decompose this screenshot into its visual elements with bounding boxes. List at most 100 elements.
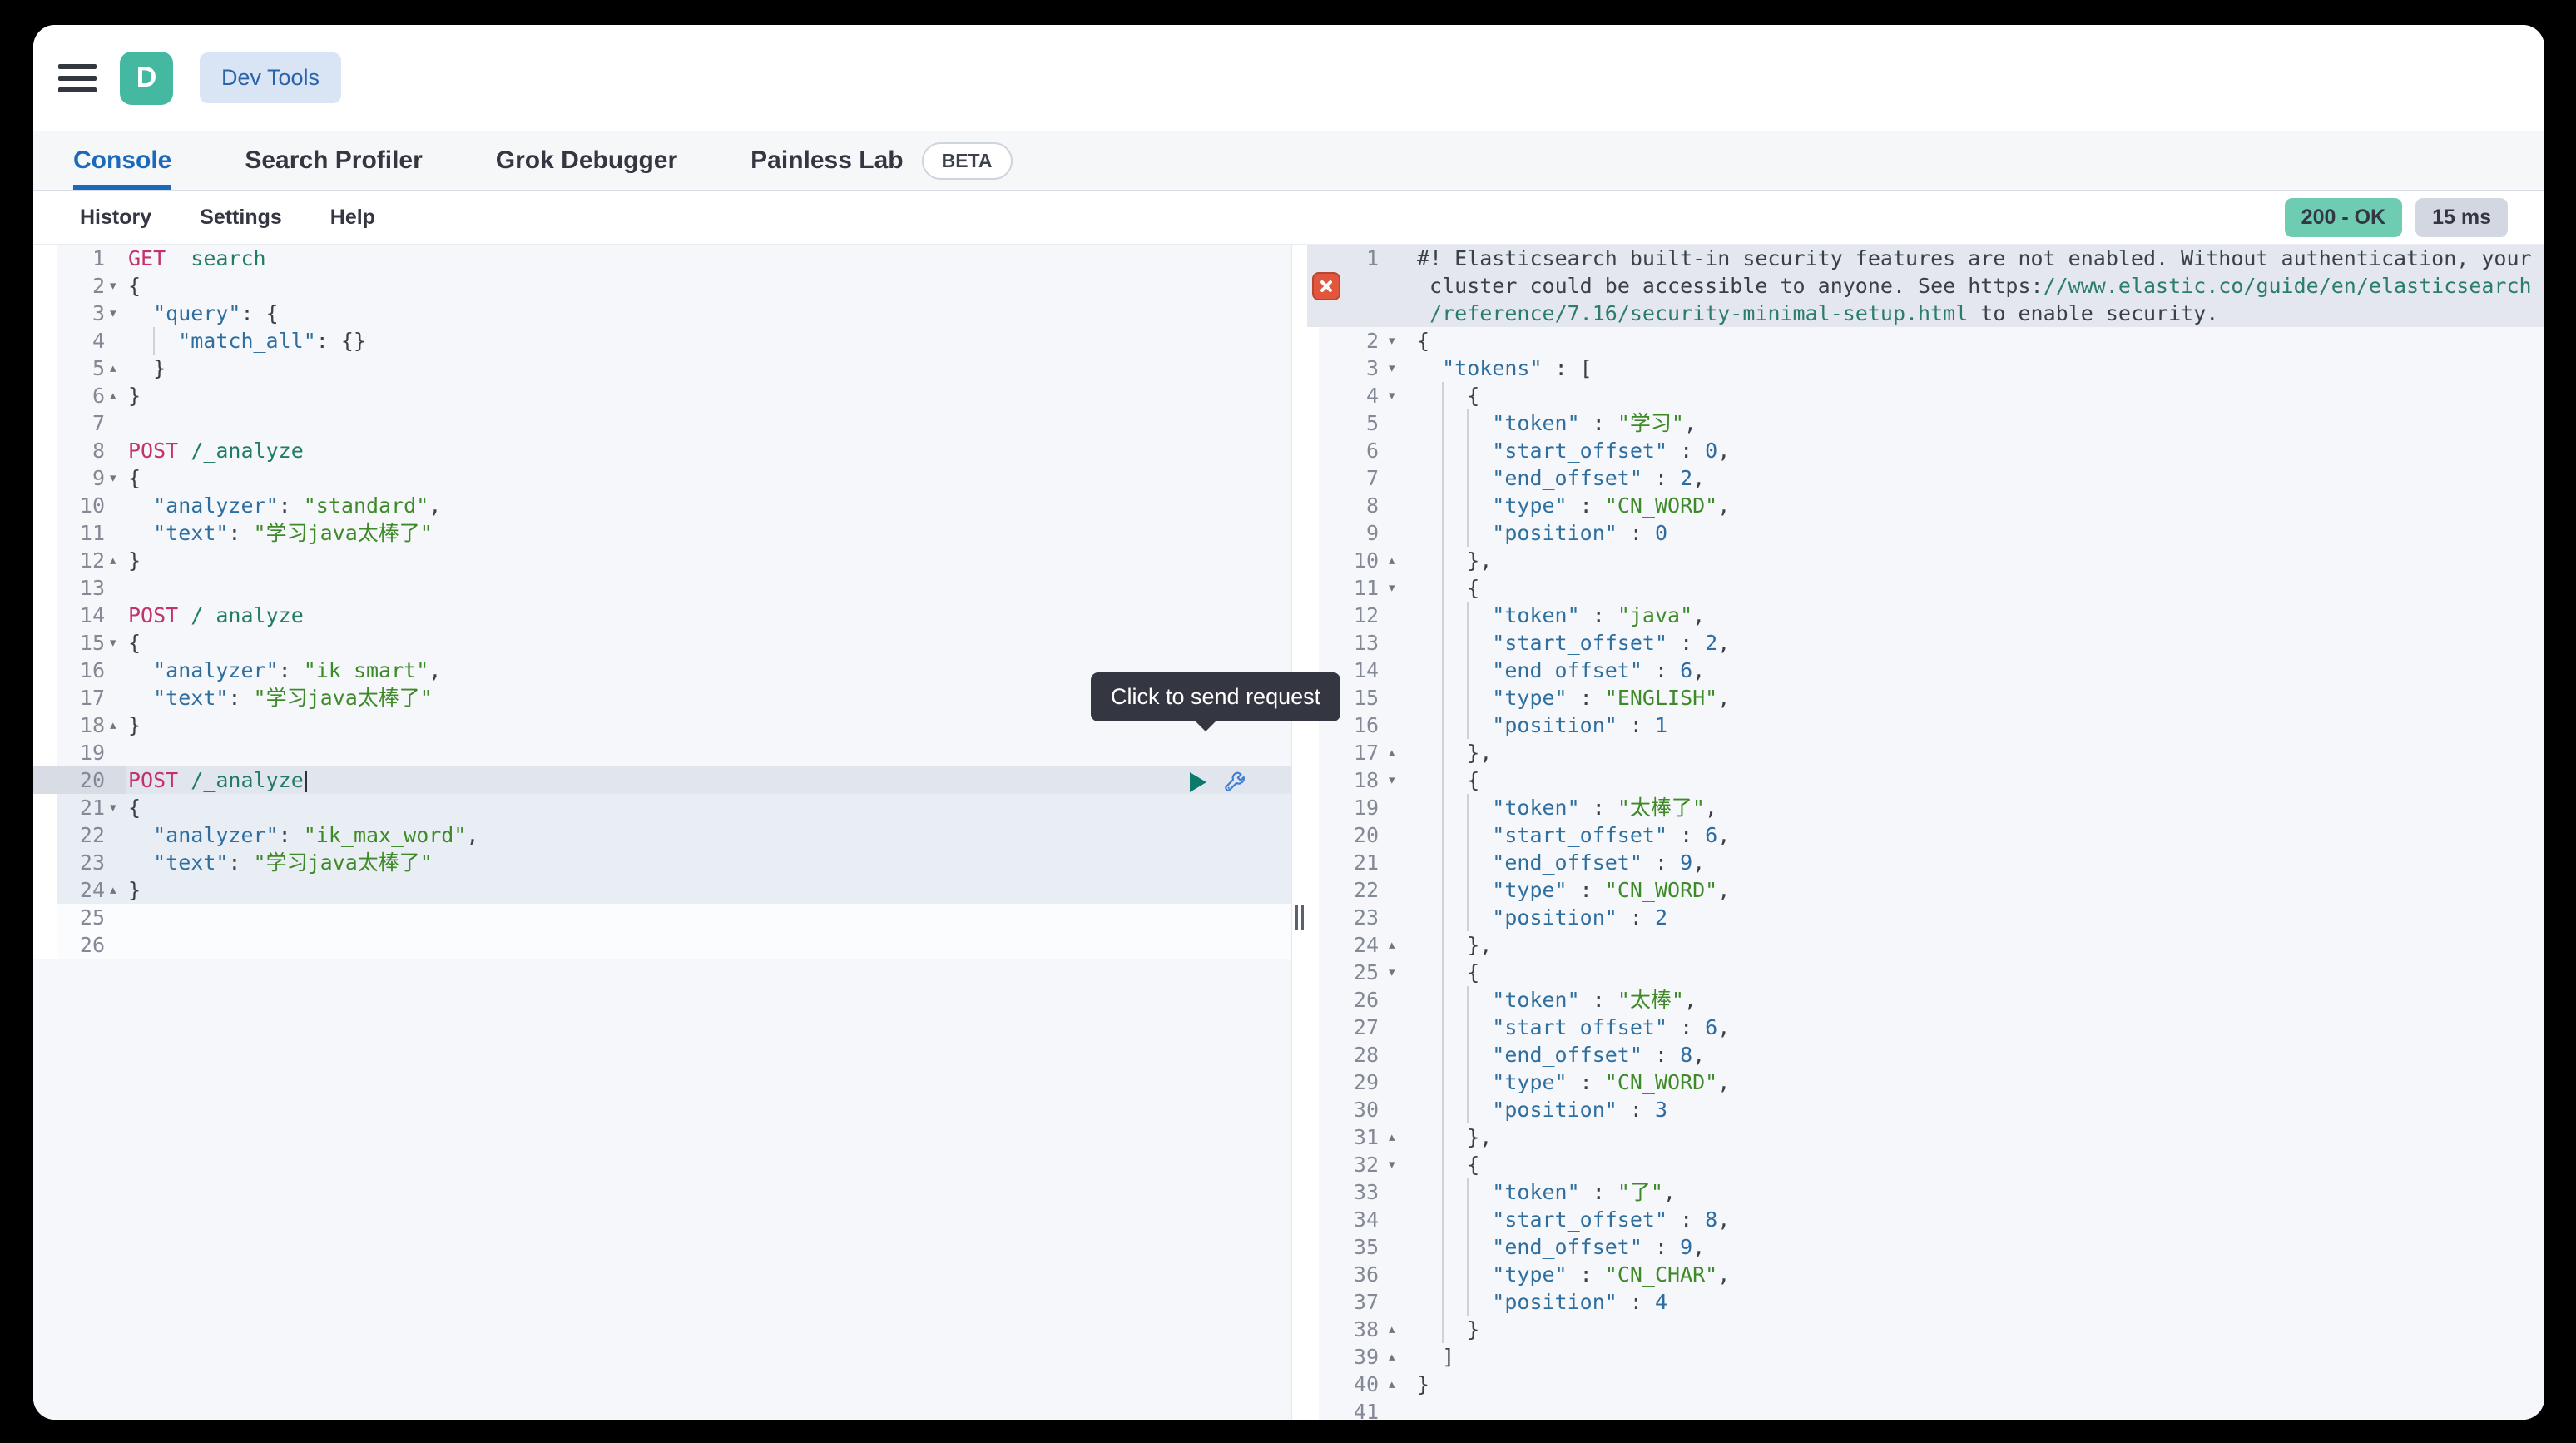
code-line[interactable]: 3▾ "tokens" : [ [1307, 355, 2544, 382]
code-line[interactable]: 34 "start_offset" : 8, [1307, 1206, 2544, 1233]
triangle-down-icon[interactable]: ▾ [110, 464, 126, 492]
triangle-down-icon[interactable]: ▾ [1389, 574, 1405, 602]
code-line[interactable]: cluster could be accessible to anyone. S… [1307, 272, 2544, 300]
code-line[interactable]: 13 [33, 574, 1291, 602]
code-line[interactable]: 1GET _search [33, 245, 1291, 272]
code-line[interactable]: 30 "position" : 3 [1307, 1096, 2544, 1123]
code-line[interactable]: 6 "start_offset" : 0, [1307, 437, 2544, 464]
triangle-up-icon[interactable]: ▴ [1389, 1371, 1405, 1398]
code-line[interactable]: 24▴} [33, 876, 1291, 904]
tab-search-profiler[interactable]: Search Profiler [245, 131, 422, 190]
code-line[interactable]: 10 "analyzer": "standard", [33, 492, 1291, 519]
code-line[interactable]: 31▴ }, [1307, 1123, 2544, 1151]
triangle-up-icon[interactable]: ▴ [110, 355, 126, 382]
triangle-up-icon[interactable]: ▴ [1389, 1316, 1405, 1343]
code-line[interactable]: 36 "type" : "CN_CHAR", [1307, 1261, 2544, 1288]
menu-help[interactable]: Help [330, 206, 375, 230]
code-line[interactable]: 11 "text": "学习java太棒了" [33, 519, 1291, 547]
triangle-up-icon[interactable]: ▴ [110, 876, 126, 904]
code-line[interactable]: 39▴ ] [1307, 1343, 2544, 1371]
tab-painless-lab[interactable]: Painless Lab BETA [751, 131, 1012, 190]
code-line[interactable]: 19 "token" : "太棒了", [1307, 794, 2544, 821]
code-line[interactable]: 15 "type" : "ENGLISH", [1307, 684, 2544, 712]
code-line[interactable]: 25 [33, 904, 1291, 931]
code-line[interactable]: 18▾ { [1307, 766, 2544, 794]
triangle-down-icon[interactable]: ▾ [110, 300, 126, 327]
pane-resize-handle[interactable] [1295, 905, 1304, 930]
code-line[interactable]: 4 "match_all": {} [33, 327, 1291, 355]
wrench-icon[interactable] [1223, 770, 1248, 795]
menu-history[interactable]: History [80, 206, 151, 230]
code-line[interactable]: 4▾ { [1307, 382, 2544, 409]
code-line[interactable]: 29 "type" : "CN_WORD", [1307, 1069, 2544, 1096]
code-line[interactable]: 12 "token" : "java", [1307, 602, 2544, 629]
response-viewer[interactable]: 1#! Elasticsearch built-in security feat… [1307, 245, 2544, 1420]
code-line[interactable]: 8POST /_analyze [33, 437, 1291, 464]
code-line[interactable]: 8 "type" : "CN_WORD", [1307, 492, 2544, 519]
request-editor[interactable]: 1GET _search2▾{3▾ "query": {4 "match_all… [33, 245, 1292, 1420]
space-avatar[interactable]: D [120, 52, 173, 105]
code-line[interactable]: 37 "position" : 4 [1307, 1288, 2544, 1316]
code-line[interactable]: 41 [1307, 1398, 2544, 1420]
code-line[interactable]: 33 "token" : "了", [1307, 1178, 2544, 1206]
code-line[interactable]: 32▾ { [1307, 1151, 2544, 1178]
code-line[interactable]: 22 "type" : "CN_WORD", [1307, 876, 2544, 904]
code-line[interactable]: 7 [33, 409, 1291, 437]
triangle-down-icon[interactable]: ▾ [1389, 382, 1405, 409]
triangle-up-icon[interactable]: ▴ [1389, 1343, 1405, 1371]
code-line[interactable]: 17▴ }, [1307, 739, 2544, 766]
code-line[interactable]: 5▴ } [33, 355, 1291, 382]
code-line[interactable]: 9 "position" : 0 [1307, 519, 2544, 547]
code-line[interactable]: 24▴ }, [1307, 931, 2544, 959]
triangle-down-icon[interactable]: ▾ [110, 629, 126, 657]
code-line[interactable]: 13 "start_offset" : 2, [1307, 629, 2544, 657]
triangle-down-icon[interactable]: ▾ [110, 794, 126, 821]
code-line[interactable]: 5 "token" : "学习", [1307, 409, 2544, 437]
code-line[interactable]: 21▾{ [33, 794, 1291, 821]
code-line[interactable]: 26 [33, 931, 1291, 959]
code-line[interactable]: 2▾{ [1307, 327, 2544, 355]
triangle-up-icon[interactable]: ▴ [110, 382, 126, 409]
code-line[interactable]: /reference/7.16/security-minimal-setup.h… [1307, 300, 2544, 327]
code-line[interactable]: 21 "end_offset" : 9, [1307, 849, 2544, 876]
code-line[interactable]: 19 [33, 739, 1291, 766]
code-line[interactable]: 26 "token" : "太棒", [1307, 986, 2544, 1014]
menu-settings[interactable]: Settings [200, 206, 282, 230]
code-line[interactable]: 10▴ }, [1307, 547, 2544, 574]
tab-console[interactable]: Console [73, 131, 171, 190]
code-line[interactable]: 25▾ { [1307, 959, 2544, 986]
triangle-down-icon[interactable]: ▾ [110, 272, 126, 300]
triangle-up-icon[interactable]: ▴ [1389, 931, 1405, 959]
triangle-down-icon[interactable]: ▾ [1389, 766, 1405, 794]
triangle-up-icon[interactable]: ▴ [1389, 547, 1405, 574]
code-line[interactable]: 14 "end_offset" : 6, [1307, 657, 2544, 684]
triangle-down-icon[interactable]: ▾ [1389, 1151, 1405, 1178]
tab-grok-debugger[interactable]: Grok Debugger [496, 131, 677, 190]
code-line[interactable]: 20POST /_analyze [33, 766, 1291, 794]
code-line[interactable]: 3▾ "query": { [33, 300, 1291, 327]
code-line[interactable]: 12▴} [33, 547, 1291, 574]
code-line[interactable]: 27 "start_offset" : 6, [1307, 1014, 2544, 1041]
code-line[interactable]: 40▴} [1307, 1371, 2544, 1398]
hamburger-icon[interactable] [58, 64, 97, 92]
code-line[interactable]: 2▾{ [33, 272, 1291, 300]
code-line[interactable]: 7 "end_offset" : 2, [1307, 464, 2544, 492]
triangle-up-icon[interactable]: ▴ [110, 712, 126, 739]
triangle-down-icon[interactable]: ▾ [1389, 959, 1405, 986]
play-icon[interactable] [1190, 772, 1206, 792]
code-line[interactable]: 38▴ } [1307, 1316, 2544, 1343]
code-line[interactable]: 15▾{ [33, 629, 1291, 657]
code-line[interactable]: 23 "position" : 2 [1307, 904, 2544, 931]
code-line[interactable]: 35 "end_offset" : 9, [1307, 1233, 2544, 1261]
triangle-up-icon[interactable]: ▴ [1389, 1123, 1405, 1151]
code-line[interactable]: 11▾ { [1307, 574, 2544, 602]
code-line[interactable]: 28 "end_offset" : 8, [1307, 1041, 2544, 1069]
code-line[interactable]: 22 "analyzer": "ik_max_word", [33, 821, 1291, 849]
code-line[interactable]: 14POST /_analyze [33, 602, 1291, 629]
triangle-up-icon[interactable]: ▴ [110, 547, 126, 574]
code-line[interactable]: 23 "text": "学习java太棒了" [33, 849, 1291, 876]
triangle-down-icon[interactable]: ▾ [1389, 327, 1405, 355]
code-line[interactable]: 6▴} [33, 382, 1291, 409]
code-line[interactable]: 1#! Elasticsearch built-in security feat… [1307, 245, 2544, 272]
code-line[interactable]: 9▾{ [33, 464, 1291, 492]
